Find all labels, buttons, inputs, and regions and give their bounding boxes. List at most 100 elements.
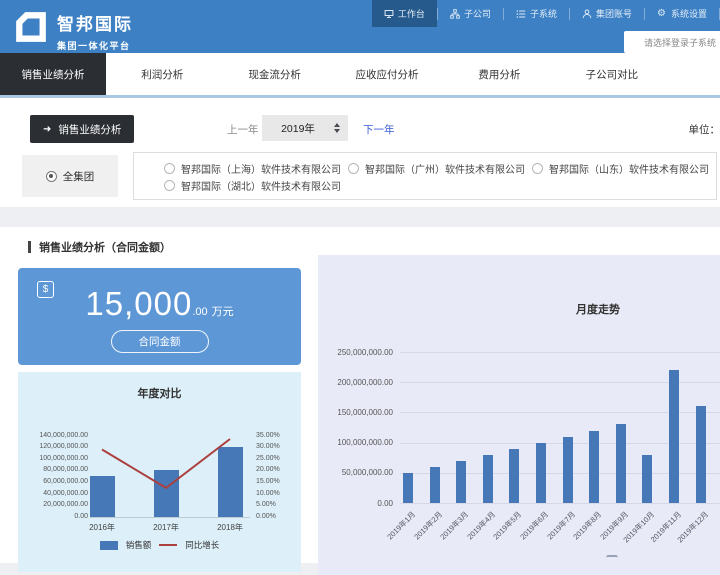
annual-right-axis-label: 35.00% [256, 432, 296, 440]
logo-icon [13, 9, 49, 45]
kpi-card: $ 15,000.00万元 合同金额 [18, 268, 301, 365]
monthly-chart: 月度走势 250,000,000.00200,000,000.00150,000… [318, 255, 720, 575]
tab-5[interactable]: 费用分析 [443, 53, 555, 95]
monthly-bar [403, 473, 413, 503]
tab-3[interactable]: 现金流分析 [218, 53, 330, 95]
annual-bar [218, 447, 243, 517]
annual-bar [90, 476, 115, 517]
subsidiary-radio-4[interactable]: 智邦国际（湖北）软件技术有限公司 [164, 178, 341, 193]
radio-icon[interactable] [164, 180, 175, 191]
monthly-axis-label: 50,000,000.00 [323, 468, 393, 477]
nav-item-label: 系统设置 [671, 7, 707, 20]
annual-left-axis-label: 0.00 [26, 513, 88, 521]
spinner-icon[interactable] [334, 123, 340, 133]
section-badge-label: 销售业绩分析 [58, 122, 121, 137]
analysis-tabbar: 销售业绩分析 利润分析现金流分析应收应付分析费用分析子公司对比 [0, 53, 720, 98]
annual-legend: 销售额 同比增长 [18, 539, 301, 551]
monthly-axis-label: 250,000,000.00 [323, 348, 393, 357]
annual-chart: 年度对比 140,000,000.00 120,000,000.00 100,000… [18, 372, 301, 572]
top-nav: 工作台 子公司 子系统 集团账号 ⚙ 系统设置 [372, 0, 720, 27]
monthly-chart-title: 月度走势 [318, 301, 720, 317]
annual-right-axis-label: 10.00% [256, 490, 296, 498]
account-icon [582, 9, 592, 19]
all-group-label: 全集团 [63, 169, 95, 184]
settings-icon: ⚙ [657, 9, 667, 19]
monthly-bar [616, 424, 626, 503]
app-title: 智邦国际 [57, 10, 133, 35]
subsidiary-icon [450, 9, 460, 19]
subsystem-icon [516, 9, 526, 19]
year-select[interactable]: 2019年 [262, 115, 348, 141]
workbench-icon [384, 9, 394, 19]
section-badge: ➜ 销售业绩分析 [30, 115, 134, 143]
filter-panel: ➜ 销售业绩分析 上一年 2019年 下一年 单位： 全集团 智邦国际（上海）软… [0, 98, 720, 207]
prev-year-button[interactable]: 上一年 [227, 122, 259, 137]
main-content: 销售业绩分析（合同金额） $ 15,000.00万元 合同金额 年度对比 140… [0, 227, 720, 563]
monthly-bar [483, 455, 493, 503]
radio-checked-icon[interactable] [46, 171, 57, 182]
monthly-axis-label: 150,000,000.00 [323, 408, 393, 417]
legend-bar-label: 销售额 [126, 539, 152, 551]
nav-item-5[interactable]: ⚙ 系统设置 [645, 0, 719, 27]
subsidiary-row-1: 智邦国际（上海）软件技术有限公司智邦国际（广州）软件技术有限公司 智邦国际（山东）… [164, 160, 716, 177]
all-group-radio[interactable]: 全集团 [22, 155, 118, 197]
next-year-button[interactable]: 下一年 [363, 122, 395, 137]
tab-rest: 利润分析现金流分析应收应付分析费用分析子公司对比 [106, 53, 668, 95]
annual-category-label: 2018年 [205, 522, 255, 533]
monthly-bar [536, 443, 546, 503]
annual-chart-title: 年度对比 [18, 385, 301, 401]
section-title: 销售业绩分析（合同金额） [28, 239, 171, 255]
nav-item-label: 子系统 [530, 7, 557, 20]
annual-category-label: 2017年 [141, 522, 191, 533]
tab-sales-performance[interactable]: 销售业绩分析 [0, 53, 106, 95]
kpi-value-row: 15,000.00万元 [18, 285, 301, 323]
annual-left-axis-label: 80,000,000.00 [26, 466, 88, 474]
monthly-axis-label: 100,000,000.00 [323, 438, 393, 447]
annual-left-axis-label: 20,000,000.00 [26, 501, 88, 509]
annual-left-axis-label: 100,000,000.00 [26, 455, 88, 463]
subsidiary-box: 智邦国际（上海）软件技术有限公司智邦国际（广州）软件技术有限公司 智邦国际（山东）… [133, 152, 717, 200]
radio-icon[interactable] [348, 163, 359, 174]
arrow-right-icon: ➜ [43, 124, 51, 135]
logo: 智邦国际 集团一体化平台 [13, 9, 133, 52]
nav-item-label: 子公司 [464, 7, 491, 20]
nav-item-1[interactable]: 工作台 [372, 0, 437, 27]
subsidiary-label: 智邦国际（湖北）软件技术有限公司 [181, 178, 341, 193]
title-bar-icon [28, 241, 31, 253]
legend-line-label: 同比增长 [185, 539, 219, 551]
legend-bar-swatch [100, 541, 118, 550]
login-subsystem-select[interactable]: 请选择登录子系统 [624, 31, 720, 53]
radio-icon[interactable] [164, 163, 175, 174]
subsidiary-row-2: 智邦国际（湖北）软件技术有限公司 [164, 177, 716, 194]
annual-left-axis-label: 140,000,000.00 [26, 432, 88, 440]
annual-right-axis-label: 25.00% [256, 455, 296, 463]
subsidiary-radio-1[interactable]: 智邦国际（上海）软件技术有限公司 [164, 161, 348, 176]
kpi-decimal: .00 [192, 306, 207, 318]
annual-bar [154, 470, 179, 517]
monthly-bar [509, 449, 519, 503]
monthly-bar [669, 370, 679, 503]
nav-item-label: 集团账号 [596, 7, 632, 20]
subsidiary-radio-3[interactable]: 智邦国际（山东）软件技术有限公司 [532, 161, 716, 176]
kpi-unit: 万元 [212, 306, 234, 318]
monthly-axis-label: 0.00 [323, 499, 393, 508]
nav-item-2[interactable]: 子公司 [438, 0, 503, 27]
section-title-text: 销售业绩分析（合同金额） [39, 239, 171, 255]
nav-item-3[interactable]: 子系统 [504, 0, 569, 27]
monthly-bar [563, 437, 573, 503]
monthly-gridline [400, 503, 720, 504]
monthly-bar [696, 406, 706, 503]
subsidiary-radio-2[interactable]: 智邦国际（广州）软件技术有限公司 [348, 161, 532, 176]
annual-left-axis-label: 120,000,000.00 [26, 443, 88, 451]
radio-icon[interactable] [532, 163, 543, 174]
annual-right-axis-label: 0.00% [256, 513, 296, 521]
nav-item-4[interactable]: 集团账号 [570, 0, 644, 27]
subsidiary-label: 智邦国际（山东）软件技术有限公司 [549, 161, 709, 176]
contract-amount-button[interactable]: 合同金额 [111, 330, 209, 353]
tab-2[interactable]: 利润分析 [106, 53, 218, 95]
tab-4[interactable]: 应收应付分析 [331, 53, 443, 95]
tab-6[interactable]: 子公司对比 [556, 53, 668, 95]
monthly-bar [589, 431, 599, 503]
annual-right-axis-label: 5.00% [256, 501, 296, 509]
annual-left-axis-label: 40,000,000.00 [26, 490, 88, 498]
